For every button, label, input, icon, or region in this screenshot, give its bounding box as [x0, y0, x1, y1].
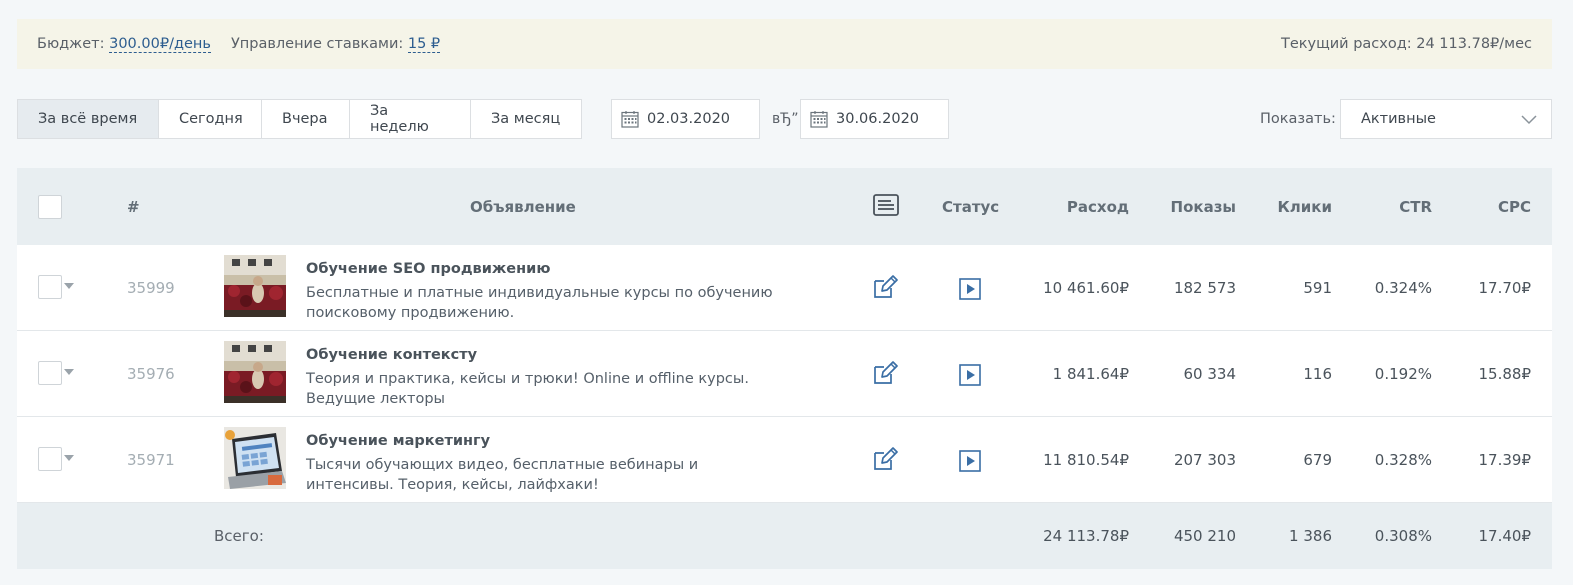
date-from-value: 02.03.2020 [647, 111, 731, 127]
ad-spend: 11 810.54₽ [1043, 451, 1129, 469]
header-clicks: Клики [1277, 197, 1332, 216]
ad-description: Теория и практика, кейсы и трюки! Online… [306, 371, 749, 407]
ad-title[interactable]: Обучение SEO продвижению [306, 261, 550, 277]
row-checkbox[interactable] [38, 447, 62, 471]
bid-value-link[interactable]: 15 ₽ [407, 36, 441, 53]
ad-impressions: 182 573 [1173, 279, 1236, 297]
ad-cpc: 15.88₽ [1478, 365, 1532, 383]
date-separator: вЂ” [772, 111, 799, 127]
total-ctr: 0.308% [1374, 527, 1432, 545]
play-icon[interactable] [959, 450, 981, 472]
show-select[interactable]: Активные [1340, 99, 1552, 139]
ad-clicks: 591 [1303, 279, 1332, 297]
bid-info: Управление ставками: 15 ₽ [230, 36, 441, 53]
table-row: 35999 Обучение SEO продвижению Бесплатны… [17, 245, 1552, 331]
ad-description: Бесплатные и платные индивидуальные курс… [306, 285, 773, 321]
row-checkbox[interactable] [38, 275, 62, 299]
table-header: # Объявление Статус Расход Показы Клики … [17, 168, 1552, 245]
select-all-checkbox[interactable] [38, 195, 62, 219]
period-month[interactable]: За месяц [471, 100, 581, 138]
edit-pencil-icon[interactable] [872, 358, 900, 386]
show-select-value: Активные [1361, 111, 1436, 127]
show-label: Показать: [1260, 111, 1336, 127]
totals-label: Всего: [214, 527, 264, 545]
header-ctr: CTR [1399, 197, 1432, 216]
ad-id: 35976 [127, 365, 175, 383]
period-today[interactable]: Сегодня [159, 100, 262, 138]
ad-clicks: 116 [1303, 365, 1332, 383]
budget-value-link[interactable]: 300.00₽/день [109, 36, 211, 53]
budget-bar: Бюджет: 300.00₽/день Управление ставками… [17, 19, 1552, 69]
edit-pencil-icon[interactable] [872, 444, 900, 472]
header-id: # [127, 197, 140, 216]
filter-row: За всё время Сегодня Вчера За неделю За … [17, 99, 1552, 139]
row-menu-caret[interactable] [64, 283, 74, 289]
ad-thumbnail [224, 427, 286, 489]
ad-id: 35971 [127, 451, 175, 469]
chevron-down-icon [1521, 115, 1537, 125]
table-row: 35976 Обучение контексту Теория и практи… [17, 331, 1552, 417]
period-selector: За всё время Сегодня Вчера За неделю За … [17, 99, 582, 139]
ad-cpc: 17.70₽ [1478, 279, 1532, 297]
edit-pencil-icon[interactable] [872, 272, 900, 300]
date-to-value: 30.06.2020 [836, 111, 920, 127]
ad-impressions: 60 334 [1183, 365, 1237, 383]
total-spend: 24 113.78₽ [1043, 527, 1129, 545]
budget-label: Бюджет: [37, 36, 105, 52]
row-checkbox[interactable] [38, 361, 62, 385]
total-cpc: 17.40₽ [1478, 527, 1532, 545]
date-to-input[interactable]: 30.06.2020 [800, 99, 949, 139]
bid-label: Управление ставками: [230, 36, 404, 52]
ad-thumbnail [224, 255, 286, 317]
ad-title[interactable]: Обучение маркетингу [306, 433, 490, 449]
ads-table: # Объявление Статус Расход Показы Клики … [17, 168, 1552, 569]
total-impressions: 450 210 [1173, 527, 1236, 545]
text-lines-icon [873, 194, 899, 216]
total-clicks: 1 386 [1289, 527, 1332, 545]
ad-id: 35999 [127, 279, 175, 297]
period-yesterday[interactable]: Вчера [262, 100, 350, 138]
header-status: Статус [942, 197, 1000, 216]
budget-info: Бюджет: 300.00₽/день [37, 36, 211, 53]
ad-ctr: 0.328% [1374, 451, 1432, 469]
ad-spend: 1 841.64₽ [1052, 365, 1129, 383]
header-impressions: Показы [1170, 197, 1236, 216]
ad-cpc: 17.39₽ [1478, 451, 1532, 469]
header-ad: Объявление [470, 197, 576, 216]
calendar-icon [621, 111, 639, 128]
table-totals: Всего: 24 113.78₽ 450 210 1 386 0.308% 1… [17, 503, 1552, 569]
ad-title[interactable]: Обучение контексту [306, 347, 477, 363]
period-week[interactable]: За неделю [350, 100, 471, 138]
calendar-icon [810, 111, 828, 128]
row-menu-caret[interactable] [64, 369, 74, 375]
ad-ctr: 0.192% [1374, 365, 1432, 383]
row-menu-caret[interactable] [64, 455, 74, 461]
header-spend: Расход [1066, 197, 1129, 216]
ad-thumbnail [224, 341, 286, 403]
play-icon[interactable] [959, 364, 981, 386]
ad-impressions: 207 303 [1173, 451, 1236, 469]
ad-description: Тысячи обучающих видео, бесплатные вебин… [306, 457, 699, 493]
date-from-input[interactable]: 02.03.2020 [611, 99, 760, 139]
current-spend: Текущий расход: 24 113.78₽/мес [1280, 36, 1532, 52]
ad-clicks: 679 [1303, 451, 1332, 469]
play-icon[interactable] [959, 278, 981, 300]
period-all-time[interactable]: За всё время [18, 100, 159, 138]
ad-spend: 10 461.60₽ [1043, 279, 1129, 297]
ad-ctr: 0.324% [1374, 279, 1432, 297]
table-row: 35971 Обучение маркетингу Тысячи обучающ… [17, 417, 1552, 503]
header-cpc: CPC [1497, 197, 1531, 216]
